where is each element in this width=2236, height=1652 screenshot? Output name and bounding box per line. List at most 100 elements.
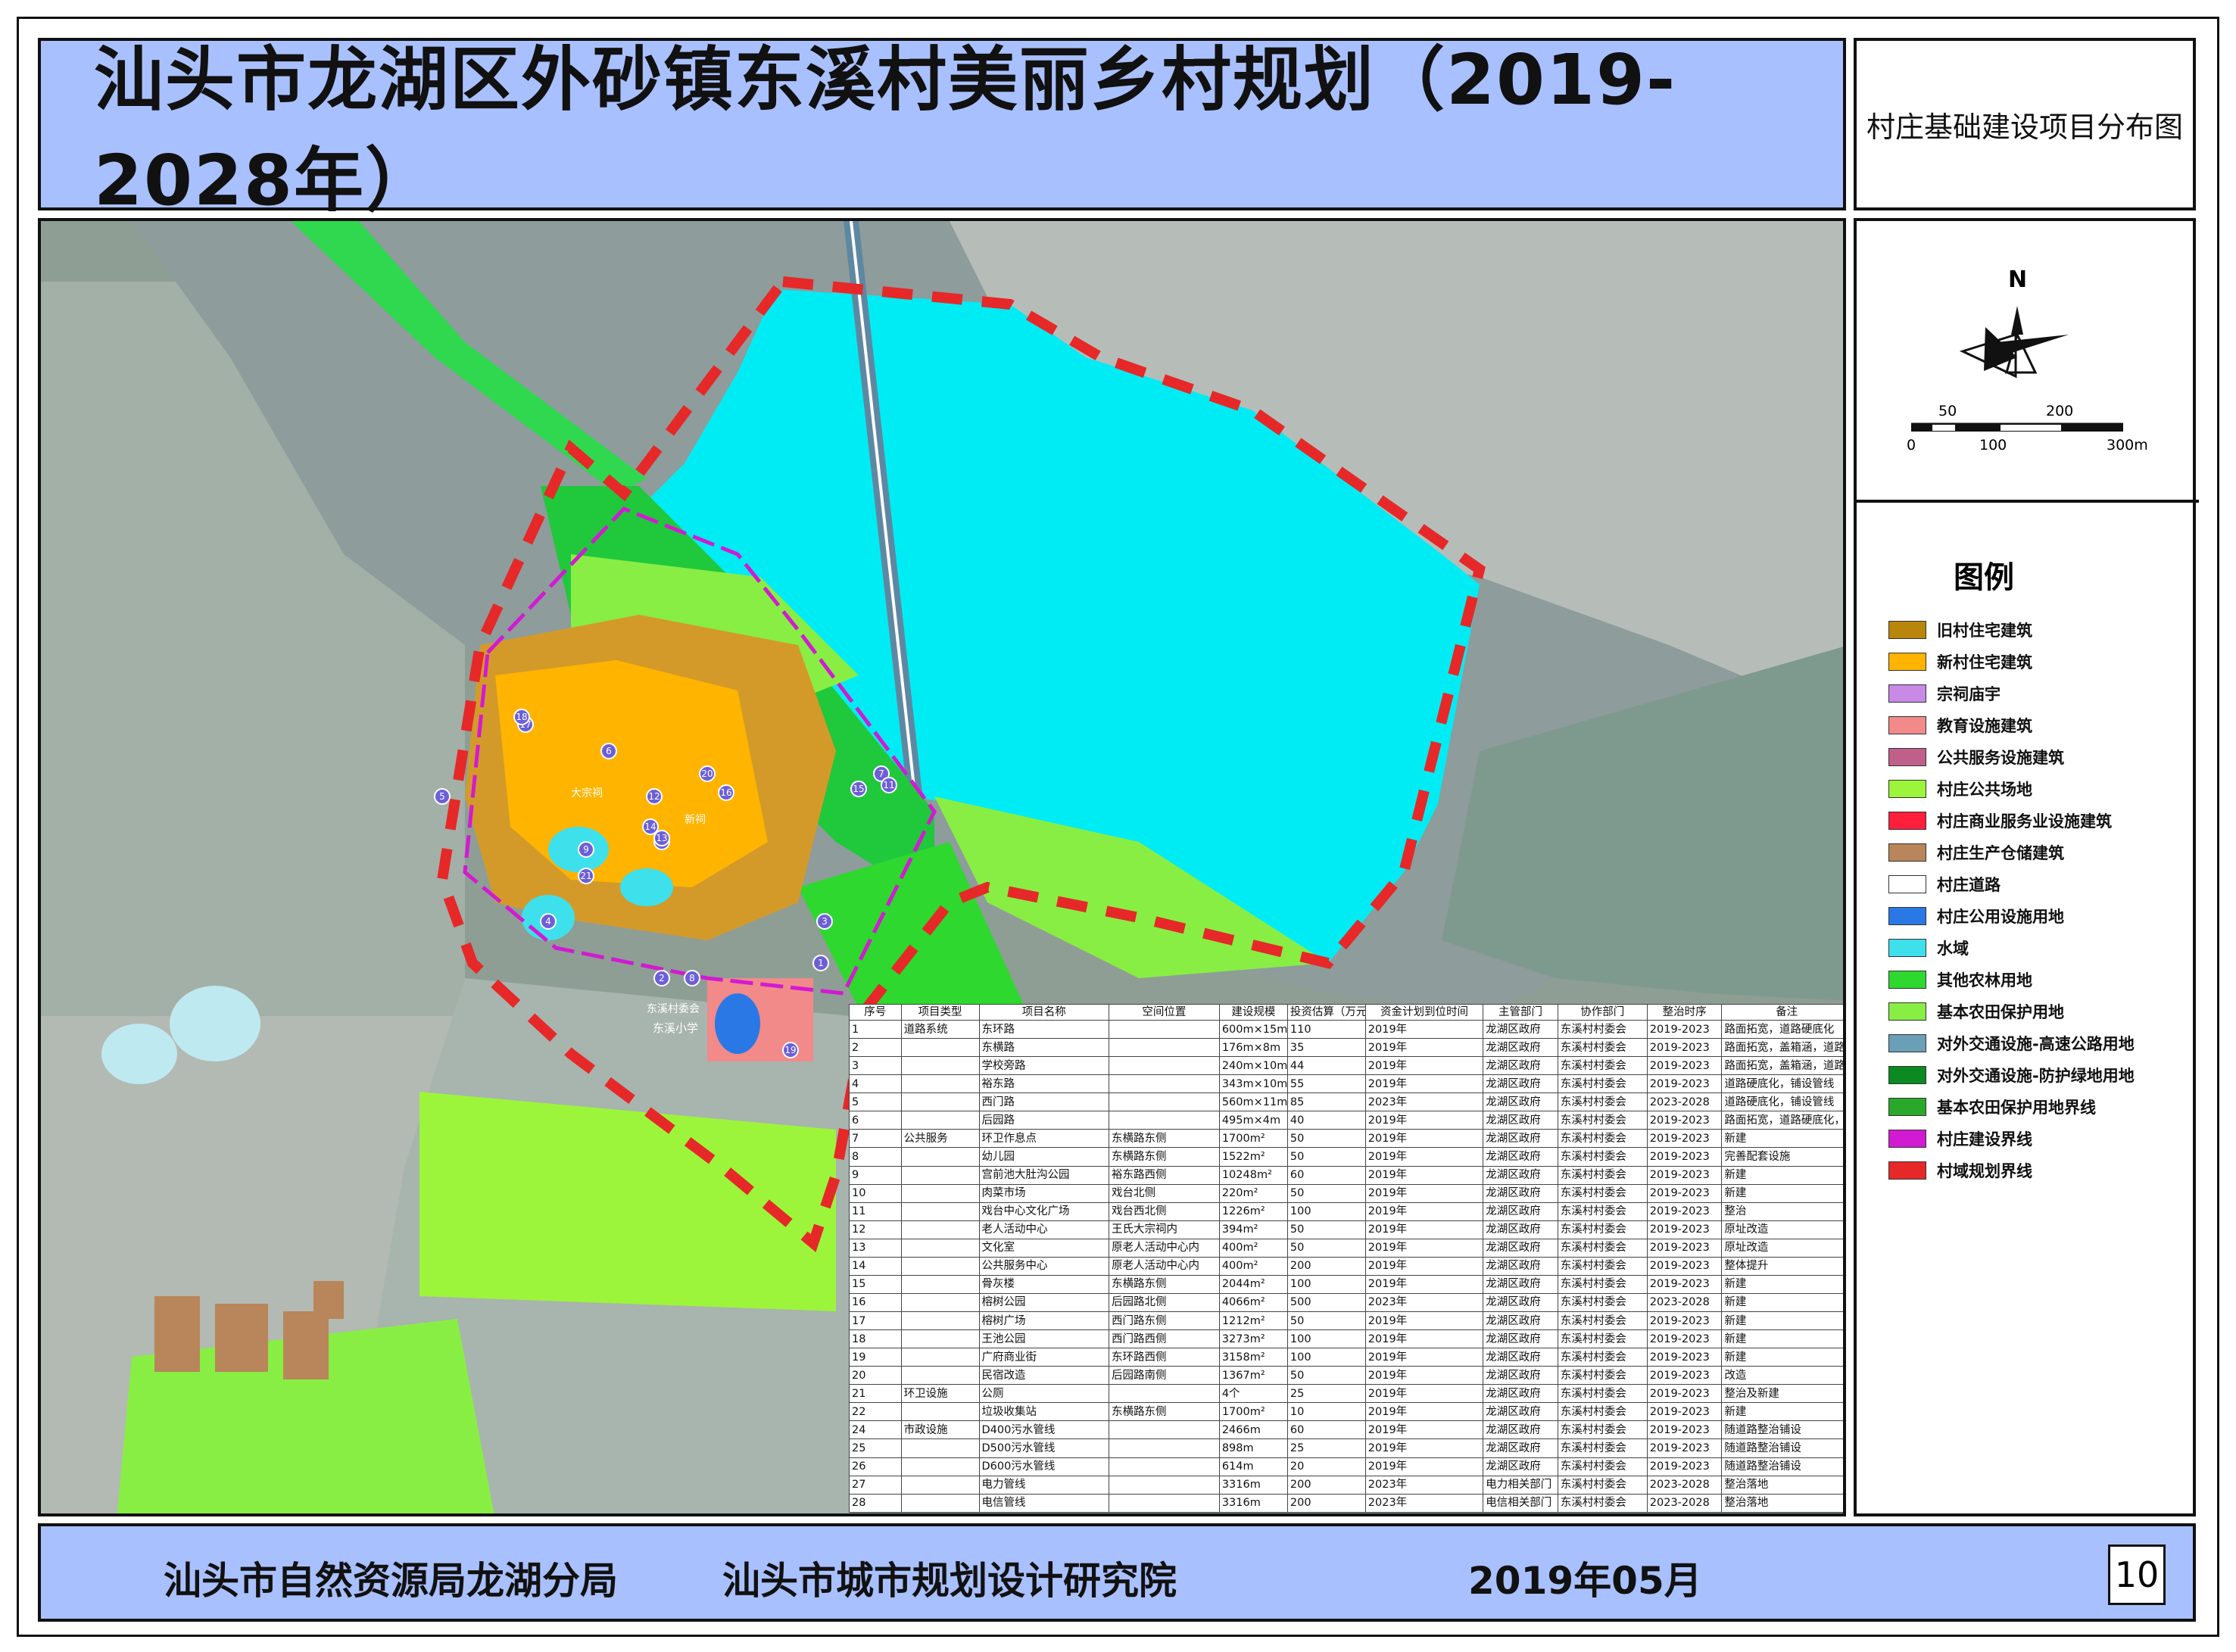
plan-map[interactable]: 东溪小学 东溪村委会 大宗祠 新祠 1234567891011121314151…	[38, 218, 1846, 1516]
table-cell: 10	[849, 1183, 902, 1203]
legend-item: 水域	[1888, 937, 1969, 959]
table-cell: 2019-2023	[1646, 1256, 1723, 1276]
table-cell: 2019年	[1364, 1311, 1484, 1331]
table-cell: 路面拓宽，道路硬底化	[1721, 1019, 1843, 1040]
legend-swatch	[1888, 748, 1926, 766]
map-label-new-shrine: 新祠	[685, 814, 706, 826]
project-marker[interactable]: 1	[812, 955, 829, 971]
table-row: 13 文化室 原老人活动中心内 400m² 50 2019年 龙湖区政府 东溪村村委会 2019…	[849, 1238, 1843, 1258]
table-cell: 东溪村村委会	[1557, 1183, 1648, 1203]
table-cell: 东溪村村委会	[1557, 1274, 1648, 1294]
table-cell: 25	[849, 1438, 902, 1458]
project-marker[interactable]: 14	[642, 818, 659, 835]
table-cell: 龙湖区政府	[1483, 1348, 1558, 1367]
table-cell: D600污水管线	[978, 1457, 1110, 1476]
map-label-school: 东溪小学	[653, 1021, 699, 1035]
table-cell: 东溪村村委会	[1557, 1093, 1648, 1112]
legend-swatch	[1888, 684, 1926, 703]
project-marker[interactable]: 15	[850, 781, 867, 797]
table-cell: 环卫作息点	[978, 1129, 1110, 1149]
legend-swatch	[1888, 1130, 1926, 1148]
legend-swatch	[1888, 875, 1926, 893]
table-cell: 11	[849, 1202, 902, 1221]
table-cell	[1109, 1457, 1220, 1476]
scale-label-200: 200	[2046, 403, 2074, 419]
table-cell: 后园路北侧	[1109, 1292, 1220, 1313]
table-cell: 20	[849, 1366, 902, 1385]
table-cell: 西门路西侧	[1109, 1329, 1220, 1349]
table-cell: 22	[849, 1402, 902, 1422]
table-cell: 龙湖区政府	[1483, 1292, 1558, 1313]
project-marker[interactable]: 3	[816, 913, 833, 930]
table-cell: 2019-2023	[1646, 1438, 1723, 1458]
legend-title: 图例	[1954, 560, 2014, 595]
table-cell: 电信管线	[978, 1493, 1110, 1513]
table-cell: 2019年	[1364, 1384, 1484, 1404]
table-cell: 2019-2023	[1646, 1384, 1723, 1404]
table-cell: 2019年	[1364, 1238, 1484, 1258]
table-cell: 东环路	[978, 1019, 1110, 1040]
table-cell: 龙湖区政府	[1483, 1074, 1558, 1094]
table-cell: 东溪村村委会	[1557, 1165, 1648, 1185]
table-cell: 环卫设施	[900, 1384, 980, 1404]
table-cell: 2023年	[1364, 1493, 1484, 1513]
table-cell: 电力管线	[978, 1475, 1110, 1495]
table-cell: 2019年	[1364, 1274, 1484, 1294]
table-cell: 28	[849, 1493, 902, 1513]
table-cell	[1109, 1056, 1220, 1076]
legend-item: 村庄商业服务业设施建筑	[1888, 809, 2112, 832]
project-marker[interactable]: 5	[434, 788, 451, 805]
table-cell: 东溪村村委会	[1557, 1129, 1648, 1149]
project-marker[interactable]: 8	[684, 970, 700, 987]
table-cell: 东溪村村委会	[1557, 1402, 1648, 1422]
table-cell: 东溪村村委会	[1557, 1038, 1648, 1058]
project-marker[interactable]: 20	[699, 765, 716, 782]
legend-item: 村庄建设界线	[1888, 1127, 2032, 1150]
table-cell: 原址改造	[1721, 1220, 1843, 1239]
table-cell: 东溪村村委会	[1557, 1329, 1648, 1349]
project-marker[interactable]: 16	[718, 784, 734, 801]
table-cell: 随道路整治铺设	[1721, 1438, 1843, 1458]
table-cell: 240m×10m	[1218, 1056, 1288, 1076]
table-cell: 7	[849, 1129, 902, 1149]
table-header-cell: 整治时序	[1646, 1004, 1723, 1021]
project-marker[interactable]: 21	[578, 868, 594, 884]
table-cell: 2019-2023	[1646, 1274, 1723, 1294]
table-cell: 龙湖区政府	[1483, 1019, 1558, 1040]
project-marker[interactable]: 11	[881, 777, 897, 793]
table-cell	[900, 1038, 980, 1058]
table-cell: 新建	[1721, 1274, 1843, 1294]
table-cell: 2019年	[1364, 1256, 1484, 1276]
table-header-row: 序号项目类型项目名称空间位置建设规模投资估算（万元）资金计划到位时间主管部门协作…	[849, 1004, 1843, 1021]
legend-label: 村庄商业服务业设施建筑	[1937, 812, 2112, 831]
legend-item: 宗祠庙宇	[1888, 682, 2001, 705]
table-cell: 15	[849, 1274, 902, 1294]
project-marker[interactable]: 12	[646, 788, 663, 805]
table-cell: 龙湖区政府	[1483, 1129, 1558, 1149]
table-cell: 龙湖区政府	[1483, 1384, 1558, 1404]
table-cell: 新建	[1721, 1402, 1843, 1422]
project-marker[interactable]: 6	[600, 743, 617, 759]
legend-swatch	[1888, 971, 1926, 989]
table-cell: 2019年	[1364, 1183, 1484, 1203]
table-row: 5 西门路 560m×11m 85 2023年 龙湖区政府 东溪村村委会 2023-2028 道…	[849, 1093, 1843, 1112]
warehouse-1	[154, 1296, 200, 1372]
project-marker[interactable]: 9	[578, 841, 594, 858]
legend-swatch	[1888, 1161, 1926, 1180]
sheet-title-box: 村庄基础建设项目分布图	[1854, 38, 2196, 210]
table-cell: 戏台北侧	[1109, 1183, 1220, 1203]
table-row: 19 广府商业街 东环路西侧 3158m² 100 2019年 龙湖区政府 东溪村村委会 201…	[849, 1348, 1843, 1367]
table-header-cell: 项目名称	[978, 1004, 1110, 1021]
table-cell: 2019-2023	[1646, 1457, 1723, 1476]
table-cell: 2019-2023	[1646, 1038, 1723, 1058]
table-cell: 8	[849, 1147, 902, 1167]
project-marker[interactable]: 4	[540, 913, 557, 930]
table-cell: D500污水管线	[978, 1438, 1110, 1458]
table-cell: 2023年	[1364, 1292, 1484, 1313]
page-number: 10	[2108, 1544, 2166, 1605]
table-cell: 龙湖区政府	[1483, 1038, 1558, 1058]
project-marker[interactable]: 18	[513, 709, 530, 725]
project-marker[interactable]: 19	[782, 1042, 799, 1058]
table-cell: 14	[849, 1256, 902, 1276]
project-marker[interactable]: 2	[653, 970, 670, 987]
